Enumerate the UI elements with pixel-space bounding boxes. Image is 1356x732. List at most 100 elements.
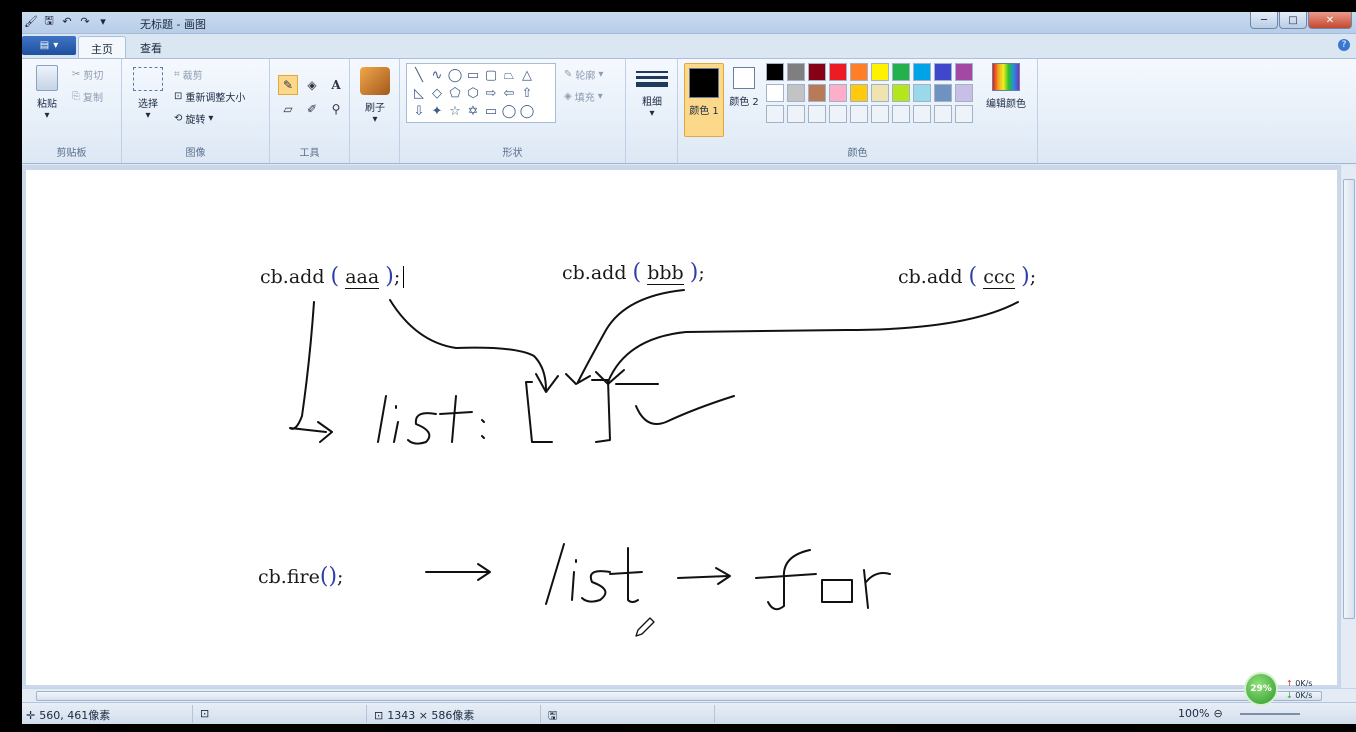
resize-button[interactable]: ⊡ 重新调整大小 [174, 89, 245, 104]
network-speed: ↑ 0K/s ↓ 0K/s [1286, 678, 1312, 702]
scroll-thumb[interactable] [36, 691, 1322, 701]
zoom-out-icon[interactable]: ⊖ [1213, 707, 1222, 720]
scroll-thumb[interactable] [1343, 179, 1355, 619]
palette-swatch[interactable] [913, 105, 931, 123]
vertical-scrollbar[interactable] [1340, 165, 1356, 688]
shape-item[interactable]: ◯ [446, 66, 464, 84]
palette-swatch[interactable] [955, 63, 973, 81]
shape-item[interactable]: ☆ [446, 102, 464, 120]
help-icon[interactable]: ? [1338, 39, 1350, 51]
zoom-slider[interactable] [1240, 713, 1300, 715]
network-monitor-badge[interactable]: 29% [1244, 672, 1278, 706]
customize-icon[interactable]: ▾ [96, 14, 110, 28]
shape-item[interactable]: ▢ [482, 66, 500, 84]
shape-item[interactable]: ⬠ [446, 84, 464, 102]
palette-swatch[interactable] [808, 63, 826, 81]
arrow-stroke [289, 301, 333, 443]
edit-colors-label: 编辑颜色 [986, 99, 1026, 110]
cut-button[interactable]: ✂ 剪切 [72, 67, 103, 82]
palette-swatch[interactable] [808, 105, 826, 123]
rotate-button[interactable]: ⟲ 旋转 ▾ [174, 111, 213, 126]
palette-swatch[interactable] [829, 63, 847, 81]
outline-button[interactable]: ✎ 轮廓 ▾ [564, 67, 603, 82]
palette-swatch[interactable] [913, 63, 931, 81]
palette-swatch[interactable] [871, 63, 889, 81]
shape-item[interactable]: ◯ [518, 102, 536, 120]
paste-button[interactable]: 粘贴 ▾ [30, 65, 64, 121]
magnifier-icon[interactable]: ⚲ [326, 99, 346, 119]
palette-swatch[interactable] [787, 84, 805, 102]
palette-swatch[interactable] [808, 84, 826, 102]
palette-swatch[interactable] [955, 84, 973, 102]
shape-item[interactable]: ▭ [482, 102, 500, 120]
shape-item[interactable]: ⇨ [482, 84, 500, 102]
palette-swatch[interactable] [850, 63, 868, 81]
shape-item[interactable]: ✡ [464, 102, 482, 120]
upload-arrow-icon: ↑ [1286, 679, 1293, 688]
shape-item[interactable]: ╲ [410, 66, 428, 84]
group-tools: ✎ ◈ A ▱ ✐ ⚲ 工具 [270, 59, 350, 163]
palette-swatch[interactable] [850, 84, 868, 102]
text-icon[interactable]: A [326, 75, 346, 95]
color1-button[interactable]: 颜色 1 [684, 63, 724, 137]
shape-item[interactable]: ◇ [428, 84, 446, 102]
fill-icon[interactable]: ◈ [302, 75, 322, 95]
palette-swatch[interactable] [955, 105, 973, 123]
crosshair-icon: ✛ [26, 708, 36, 722]
size-button[interactable]: 粗细 ▾ [632, 67, 672, 119]
tab-view[interactable]: 查看 [128, 36, 174, 58]
eraser-icon[interactable]: ▱ [278, 99, 298, 119]
shape-item[interactable]: ⬡ [464, 84, 482, 102]
pencil-icon[interactable]: ✎ [278, 75, 298, 95]
shape-item[interactable]: ◯ [500, 102, 518, 120]
close-button[interactable]: ✕ [1308, 12, 1352, 29]
shape-item[interactable]: ⏢ [500, 66, 518, 84]
palette-swatch[interactable] [934, 63, 952, 81]
shape-item[interactable]: ◺ [410, 84, 428, 102]
palette-swatch[interactable] [913, 84, 931, 102]
minimize-button[interactable]: ─ [1250, 12, 1278, 29]
shape-item[interactable]: ⇦ [500, 84, 518, 102]
brushes-button[interactable]: 刷子 ▾ [356, 67, 394, 125]
shape-item[interactable]: △ [518, 66, 536, 84]
palette-swatch[interactable] [829, 84, 847, 102]
palette-swatch[interactable] [850, 105, 868, 123]
crop-icon: ⌗ [174, 69, 180, 80]
horizontal-scrollbar[interactable] [22, 688, 1356, 702]
palette-swatch[interactable] [787, 63, 805, 81]
shape-item[interactable]: ⇧ [518, 84, 536, 102]
tab-home[interactable]: 主页 [78, 36, 126, 58]
rotate-icon: ⟲ [174, 113, 183, 124]
palette-swatch[interactable] [892, 84, 910, 102]
palette-swatch[interactable] [766, 84, 784, 102]
shape-item[interactable]: ▭ [464, 66, 482, 84]
palette-swatch[interactable] [766, 105, 784, 123]
edit-colors-button[interactable]: 编辑颜色 [984, 63, 1028, 110]
select-button[interactable]: 选择 ▾ [130, 67, 166, 121]
color2-button[interactable]: 颜色 2 [724, 63, 764, 137]
shape-item[interactable]: ✦ [428, 102, 446, 120]
drawing-canvas[interactable]: cb.add ( aaa ); cb.add ( bbb ); cb.add (… [26, 170, 1337, 685]
palette-swatch[interactable] [934, 105, 952, 123]
paint-menu-button[interactable]: ▤ ▾ [22, 36, 76, 55]
redo-icon[interactable]: ↷ [78, 14, 92, 28]
palette-swatch[interactable] [871, 84, 889, 102]
palette-swatch[interactable] [892, 63, 910, 81]
copy-button[interactable]: ⎘ 复制 [72, 89, 103, 104]
palette-swatch[interactable] [934, 84, 952, 102]
palette-swatch[interactable] [766, 63, 784, 81]
palette-swatch[interactable] [829, 105, 847, 123]
maximize-button[interactable]: □ [1279, 12, 1307, 29]
palette-swatch[interactable] [787, 105, 805, 123]
color-picker-icon[interactable]: ✐ [302, 99, 322, 119]
crop-button[interactable]: ⌗ 裁剪 [174, 67, 203, 82]
save-icon[interactable]: 🖫 [42, 14, 56, 28]
paint-icon[interactable]: 🖌 [24, 14, 38, 28]
shape-item[interactable]: ∿ [428, 66, 446, 84]
palette-swatch[interactable] [892, 105, 910, 123]
shape-item[interactable]: ⇩ [410, 102, 428, 120]
fill-icon: ◈ [564, 91, 572, 102]
palette-swatch[interactable] [871, 105, 889, 123]
fill-button[interactable]: ◈ 填充 ▾ [564, 89, 603, 104]
undo-icon[interactable]: ↶ [60, 14, 74, 28]
